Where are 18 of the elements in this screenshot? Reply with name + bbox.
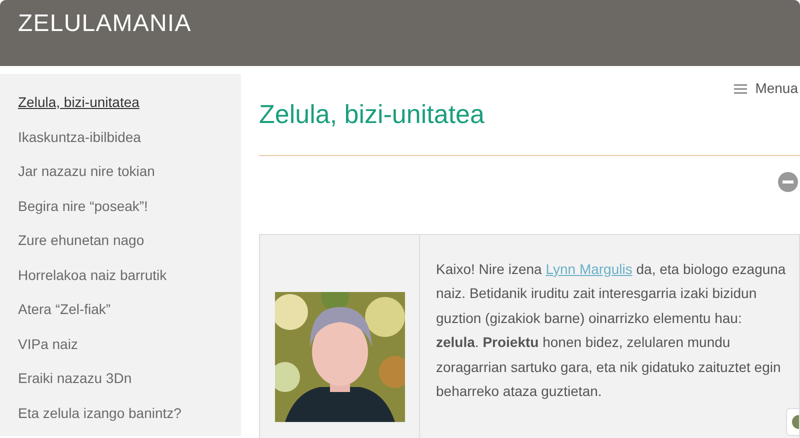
sidebar-link[interactable]: Ikaskuntza-ibilbidea (18, 128, 141, 147)
sidebar-link[interactable]: Zelula, bizi-unitatea (18, 93, 140, 112)
collapse-icon[interactable] (778, 172, 798, 192)
floating-widget[interactable] (786, 408, 800, 436)
sidebar-link[interactable]: Horrelakoa naiz barrutik (18, 266, 167, 285)
sidebar-link[interactable]: Eta zelula izango banintz? (18, 404, 182, 423)
sidebar-link[interactable]: Atera “Zel-fiak” (18, 300, 111, 320)
sidebar-link[interactable]: Jar nazazu nire tokian (18, 162, 155, 182)
page-title: Zelula, bizi-unitatea (259, 98, 486, 131)
sidebar-link[interactable]: Begira nire “poseak”! (18, 196, 148, 216)
site-title[interactable]: ZELULAMANIA (18, 10, 192, 37)
menu-icon (734, 84, 748, 94)
menu-button[interactable]: Menua (734, 78, 798, 99)
intro-paragraph: Kaixo! Nire izena Lynn Margulis da, eta biologo ezaguna naiz. Betidanik iruditu zait interesgarria izaki bizidun guztion (gizakiok barne) oinarrizko elementu hau: zelula. Proiektu honen bidez, zelularen mundu zoragarrian sartuko gara, eta nik gidatuko zaituztet egin beharreko ataza guztietan. (436, 260, 786, 402)
sidebar-link[interactable]: Zure ehunetan nago (18, 231, 144, 250)
sidebar-link[interactable]: VIPa naiz (18, 334, 78, 354)
sidebar-link[interactable]: Eraiki nazazu 3Dn (18, 369, 132, 388)
widget-icon (791, 415, 799, 429)
